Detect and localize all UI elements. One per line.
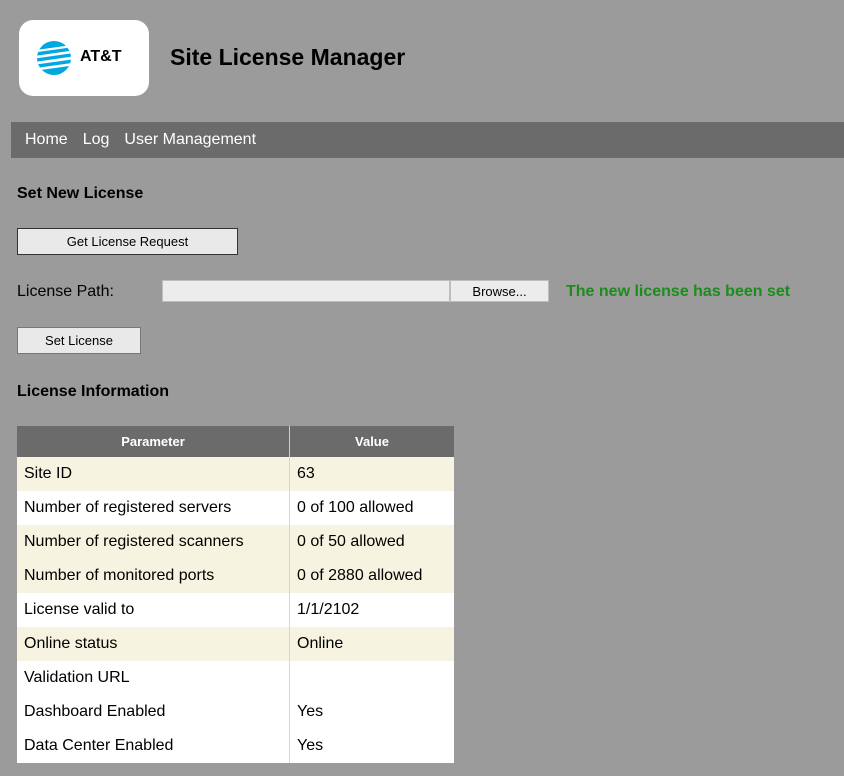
table-row: Site ID 63 [17, 457, 454, 491]
value-cell: 0 of 100 allowed [289, 491, 454, 525]
table-row: Number of monitored ports 0 of 2880 allo… [17, 559, 454, 593]
get-license-request-button[interactable]: Get License Request [17, 228, 238, 255]
value-cell: 0 of 2880 allowed [289, 559, 454, 593]
parameter-cell: Number of monitored ports [17, 559, 290, 593]
parameter-cell: Data Center Enabled [17, 729, 290, 763]
header: AT&T Site License Manager [0, 0, 844, 122]
value-cell [289, 661, 454, 695]
parameter-cell: Number of registered scanners [17, 525, 290, 559]
parameter-cell: Validation URL [17, 661, 290, 695]
value-cell: Yes [289, 695, 454, 729]
value-cell: 0 of 50 allowed [289, 525, 454, 559]
page: AT&T Site License Manager Home Log User … [0, 0, 844, 776]
nav-bar: Home Log User Management [11, 122, 844, 158]
license-information-heading: License Information [17, 383, 170, 400]
table-row: Data Center Enabled Yes [17, 729, 454, 763]
logo-text: AT&T [80, 48, 122, 65]
table-row: Number of registered scanners 0 of 50 al… [17, 525, 454, 559]
status-message: The new license has been set [566, 283, 791, 300]
table-header-row: Parameter Value [17, 426, 454, 457]
table-row: License valid to 1/1/2102 [17, 593, 454, 627]
license-table: Parameter Value Site ID 63 Number of reg… [17, 426, 454, 763]
set-license-button[interactable]: Set License [17, 327, 141, 354]
logo: AT&T [19, 20, 149, 96]
table-row: Number of registered servers 0 of 100 al… [17, 491, 454, 525]
value-cell: 63 [289, 457, 454, 491]
value-cell: Yes [289, 729, 454, 763]
license-path-label: License Path: [17, 283, 114, 300]
page-title: Site License Manager [170, 44, 406, 70]
value-cell: Online [289, 627, 454, 661]
parameter-cell: Number of registered servers [17, 491, 290, 525]
column-header-parameter: Parameter [17, 426, 290, 457]
nav-item-home[interactable]: Home [25, 131, 68, 149]
att-globe-icon [37, 41, 71, 75]
table-row: Validation URL [17, 661, 454, 695]
parameter-cell: Online status [17, 627, 290, 661]
nav-item-user-management[interactable]: User Management [124, 131, 256, 149]
table-row: Online status Online [17, 627, 454, 661]
column-header-value: Value [289, 426, 454, 457]
value-cell: 1/1/2102 [289, 593, 454, 627]
nav-item-log[interactable]: Log [83, 131, 110, 149]
parameter-cell: License valid to [17, 593, 290, 627]
license-path-input[interactable] [162, 280, 450, 302]
set-new-license-heading: Set New License [17, 185, 144, 202]
table-row: Dashboard Enabled Yes [17, 695, 454, 729]
parameter-cell: Site ID [17, 457, 290, 491]
parameter-cell: Dashboard Enabled [17, 695, 290, 729]
browse-button[interactable]: Browse... [450, 280, 549, 302]
